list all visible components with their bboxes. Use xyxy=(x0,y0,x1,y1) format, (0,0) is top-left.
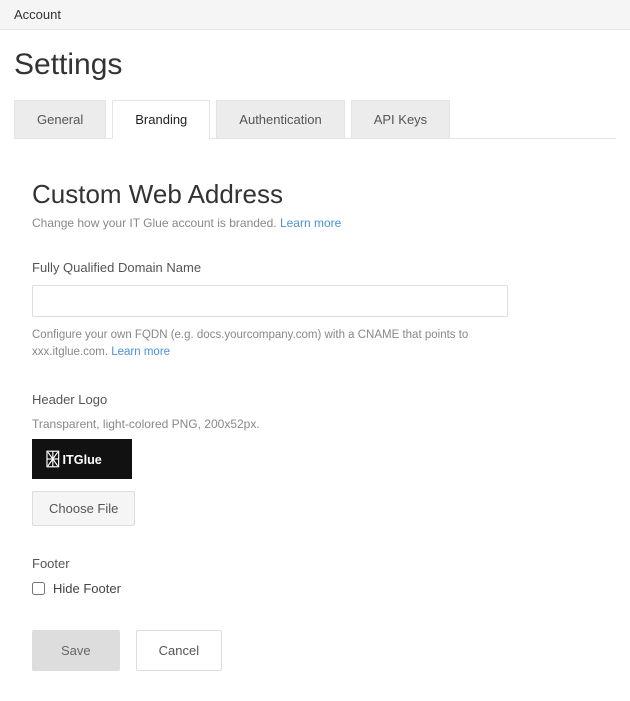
page-title: Settings xyxy=(14,48,616,82)
header-logo-hint: Transparent, light-colored PNG, 200x52px… xyxy=(32,417,598,431)
header-logo-group: Header Logo Transparent, light-colored P… xyxy=(32,392,598,526)
footer-group: Footer Hide Footer xyxy=(32,556,598,596)
page: Settings General Branding Authentication… xyxy=(0,30,630,701)
form-actions: Save Cancel xyxy=(32,630,598,671)
fqdn-hint-text: Configure your own FQDN (e.g. docs.yourc… xyxy=(32,329,468,358)
breadcrumb[interactable]: Account xyxy=(14,7,61,22)
fqdn-learn-more-link[interactable]: Learn more xyxy=(111,346,170,358)
fqdn-hint: Configure your own FQDN (e.g. docs.yourc… xyxy=(32,327,512,362)
section-subtitle: Change how your IT Glue account is brand… xyxy=(32,216,598,230)
tab-api-keys[interactable]: API Keys xyxy=(351,100,450,138)
learn-more-link[interactable]: Learn more xyxy=(280,216,341,230)
svg-text:ITGlue: ITGlue xyxy=(63,452,102,466)
header-logo-label: Header Logo xyxy=(32,392,598,407)
tab-branding[interactable]: Branding xyxy=(112,100,210,138)
fqdn-input[interactable] xyxy=(32,285,508,317)
tab-general[interactable]: General xyxy=(14,100,106,138)
content: Custom Web Address Change how your IT Gl… xyxy=(14,139,616,671)
fqdn-label: Fully Qualified Domain Name xyxy=(32,260,598,275)
itglue-logo-icon: ITGlue xyxy=(46,450,118,468)
footer-label: Footer xyxy=(32,556,598,571)
cancel-button[interactable]: Cancel xyxy=(136,630,222,671)
section-subtitle-text: Change how your IT Glue account is brand… xyxy=(32,216,277,230)
fqdn-group: Fully Qualified Domain Name Configure yo… xyxy=(32,260,598,362)
hide-footer-row: Hide Footer xyxy=(32,581,598,596)
topbar: Account xyxy=(0,0,630,30)
choose-file-button[interactable]: Choose File xyxy=(32,491,135,526)
hide-footer-checkbox[interactable] xyxy=(32,582,45,595)
tabs: General Branding Authentication API Keys xyxy=(14,100,616,139)
header-logo-preview: ITGlue xyxy=(32,439,132,479)
tab-authentication[interactable]: Authentication xyxy=(216,100,344,138)
save-button[interactable]: Save xyxy=(32,630,120,671)
section-title: Custom Web Address xyxy=(32,179,598,210)
hide-footer-label[interactable]: Hide Footer xyxy=(53,581,121,596)
